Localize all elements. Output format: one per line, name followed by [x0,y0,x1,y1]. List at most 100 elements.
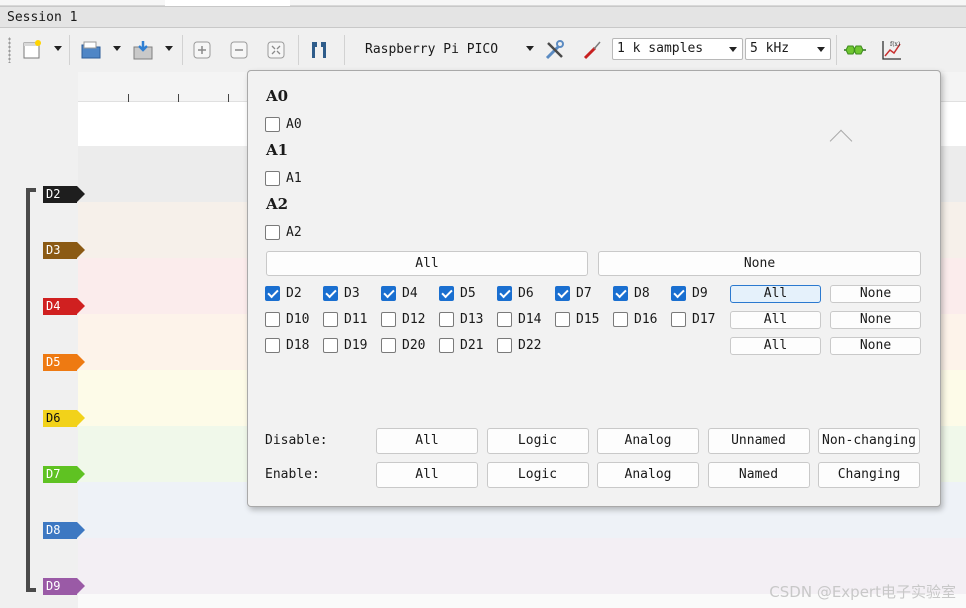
checkbox-d5[interactable]: D5 [439,286,476,301]
checkbox-d13[interactable]: D13 [439,312,483,327]
checkbox-box[interactable] [323,338,338,353]
toolbar-grip[interactable] [8,37,11,63]
channel-tag-d2[interactable]: D2 [43,186,85,203]
open-dropdown-icon[interactable] [113,46,121,51]
checkbox-box[interactable] [497,338,512,353]
checkbox-label: D18 [286,338,310,353]
checkbox-box[interactable] [265,171,280,186]
save-icon[interactable] [131,38,155,62]
enable-changing-button[interactable]: Changing [818,462,920,488]
logic-row-3-all-button[interactable]: All [730,337,821,355]
device-dropdown-icon[interactable] [526,46,534,51]
checkbox-a1[interactable]: A1 [265,171,302,186]
checkbox-d18[interactable]: D18 [265,338,309,353]
disable-unnamed-button[interactable]: Unnamed [707,428,810,454]
checkbox-d6[interactable]: D6 [497,286,534,301]
checkbox-d22[interactable]: D22 [497,338,541,353]
analog-all-button[interactable]: All [266,251,588,276]
probe-icon[interactable] [580,38,604,62]
zoom-out-icon[interactable] [227,38,251,62]
checkbox-box[interactable] [555,312,570,327]
channel-tag-d3[interactable]: D3 [43,242,85,259]
checkbox-box[interactable] [497,286,512,301]
checkbox-box[interactable] [439,338,454,353]
checkbox-d20[interactable]: D20 [381,338,425,353]
channel-tag-d4[interactable]: D4 [43,298,85,315]
checkbox-box[interactable] [381,338,396,353]
checkbox-box[interactable] [497,312,512,327]
disable-logic-button[interactable]: Logic [486,428,589,454]
checkbox-d19[interactable]: D19 [323,338,367,353]
channel-tag-d7[interactable]: D7 [43,466,85,483]
analog-none-button[interactable]: None [598,251,921,276]
checkbox-a0[interactable]: A0 [265,117,302,132]
checkbox-d11[interactable]: D11 [323,312,367,327]
channel-tag-d6[interactable]: D6 [43,410,85,427]
new-session-dropdown-icon[interactable] [54,46,62,51]
logic-row-2-all-button[interactable]: All [730,311,821,329]
checkbox-box[interactable] [555,286,570,301]
checkbox-box[interactable] [671,312,686,327]
checkbox-d10[interactable]: D10 [265,312,309,327]
decoder-icon[interactable] [843,38,867,62]
channel-tag-d5[interactable]: D5 [43,354,85,371]
checkbox-box[interactable] [381,286,396,301]
logic-row-2-none-button[interactable]: None [830,311,921,329]
channel-tag-d8[interactable]: D8 [43,522,85,539]
tab-session[interactable]: Session 1 [0,6,966,28]
checkbox-box[interactable] [323,312,338,327]
checkbox-label: D3 [344,286,360,301]
checkbox-d3[interactable]: D3 [323,286,360,301]
checkbox-box[interactable] [613,286,628,301]
checkbox-d12[interactable]: D12 [381,312,425,327]
checkbox-box[interactable] [439,312,454,327]
new-session-icon[interactable] [20,38,44,62]
checkbox-d9[interactable]: D9 [671,286,708,301]
samples-select[interactable]: 1 k samples [612,38,743,60]
checkbox-box[interactable] [439,286,454,301]
enable-all-button[interactable]: All [376,462,478,488]
logic-row-1-none-button[interactable]: None [830,285,921,303]
math-icon[interactable]: f(x) [880,38,904,62]
checkbox-d4[interactable]: D4 [381,286,418,301]
enable-logic-button[interactable]: Logic [486,462,589,488]
cursor-icon[interactable] [307,38,331,62]
checkbox-box[interactable] [265,312,280,327]
tools-icon[interactable] [543,38,567,62]
checkbox-box[interactable] [323,286,338,301]
checkbox-d2[interactable]: D2 [265,286,302,301]
samplerate-select[interactable]: 5 kHz [745,38,831,60]
channel-group-bracket[interactable] [26,188,36,592]
checkbox-box[interactable] [265,117,280,132]
samplerate-value: 5 kHz [750,41,790,56]
checkbox-d15[interactable]: D15 [555,312,599,327]
open-folder-icon[interactable] [79,38,103,62]
device-name[interactable]: Raspberry Pi PICO [365,42,498,57]
checkbox-d16[interactable]: D16 [613,312,657,327]
checkbox-box[interactable] [671,286,686,301]
disable-analog-button[interactable]: Analog [597,428,699,454]
disable-all-button[interactable]: All [376,428,478,454]
checkbox-d17[interactable]: D17 [671,312,715,327]
checkbox-box[interactable] [265,286,280,301]
checkbox-d8[interactable]: D8 [613,286,650,301]
enable-named-button[interactable]: Named [707,462,810,488]
checkbox-box[interactable] [381,312,396,327]
channel-tag-d9[interactable]: D9 [43,578,85,595]
checkbox-box[interactable] [265,225,280,240]
checkbox-d14[interactable]: D14 [497,312,541,327]
checkbox-label: D22 [518,338,542,353]
checkbox-label: D13 [460,312,484,327]
checkbox-d21[interactable]: D21 [439,338,483,353]
logic-row-1-all-button[interactable]: All [730,285,821,303]
zoom-in-icon[interactable] [190,38,214,62]
zoom-fit-icon[interactable] [264,38,288,62]
checkbox-box[interactable] [265,338,280,353]
checkbox-box[interactable] [613,312,628,327]
save-dropdown-icon[interactable] [165,46,173,51]
checkbox-d7[interactable]: D7 [555,286,592,301]
enable-analog-button[interactable]: Analog [597,462,699,488]
checkbox-a2[interactable]: A2 [265,225,302,240]
disable-non-changing-button[interactable]: Non-changing [818,428,920,454]
logic-row-3-none-button[interactable]: None [830,337,921,355]
